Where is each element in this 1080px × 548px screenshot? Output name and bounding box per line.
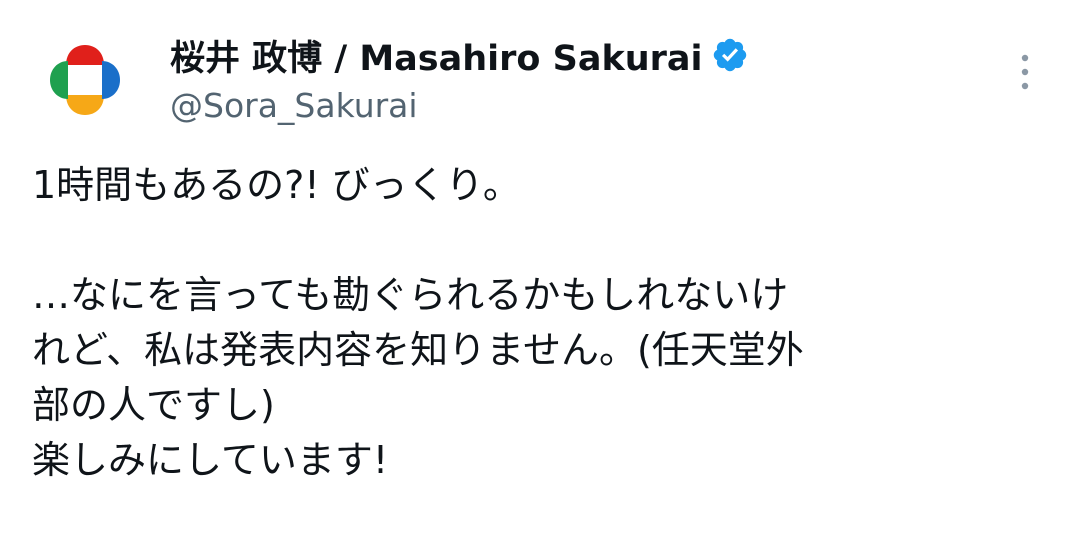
tweet-text-line: …なにを言っても勘ぐられるかもしれないけ — [32, 273, 789, 317]
author-display-name[interactable]: 桜井 政博 / Masahiro Sakurai — [170, 30, 703, 81]
tweet-header: 桜井 政博 / Masahiro Sakurai @Sora_Sakurai — [170, 30, 990, 125]
author-name-row: 桜井 政博 / Masahiro Sakurai — [170, 30, 990, 80]
plus-shaped-four-color-logo-icon — [50, 45, 120, 115]
tweet-text-line: れど、私は発表内容を知りません。(任天堂外 — [32, 328, 804, 372]
tweet-text-line: 楽しみにしています! — [32, 438, 389, 482]
more-options-button[interactable] — [1012, 50, 1038, 94]
more-vertical-icon — [1021, 54, 1029, 90]
author-handle[interactable]: @Sora_Sakurai — [170, 86, 990, 125]
verified-badge-icon[interactable] — [711, 36, 749, 74]
tweet-text-line: 部の人ですし) — [32, 383, 275, 427]
tweet-text-line: 1時間もあるの?! びっくり。 — [32, 163, 521, 207]
tweet-text: 1時間もあるの?! びっくり。 …なにを言っても勘ぐられるかもしれないけ れど、… — [32, 158, 1052, 488]
avatar[interactable] — [30, 25, 140, 135]
